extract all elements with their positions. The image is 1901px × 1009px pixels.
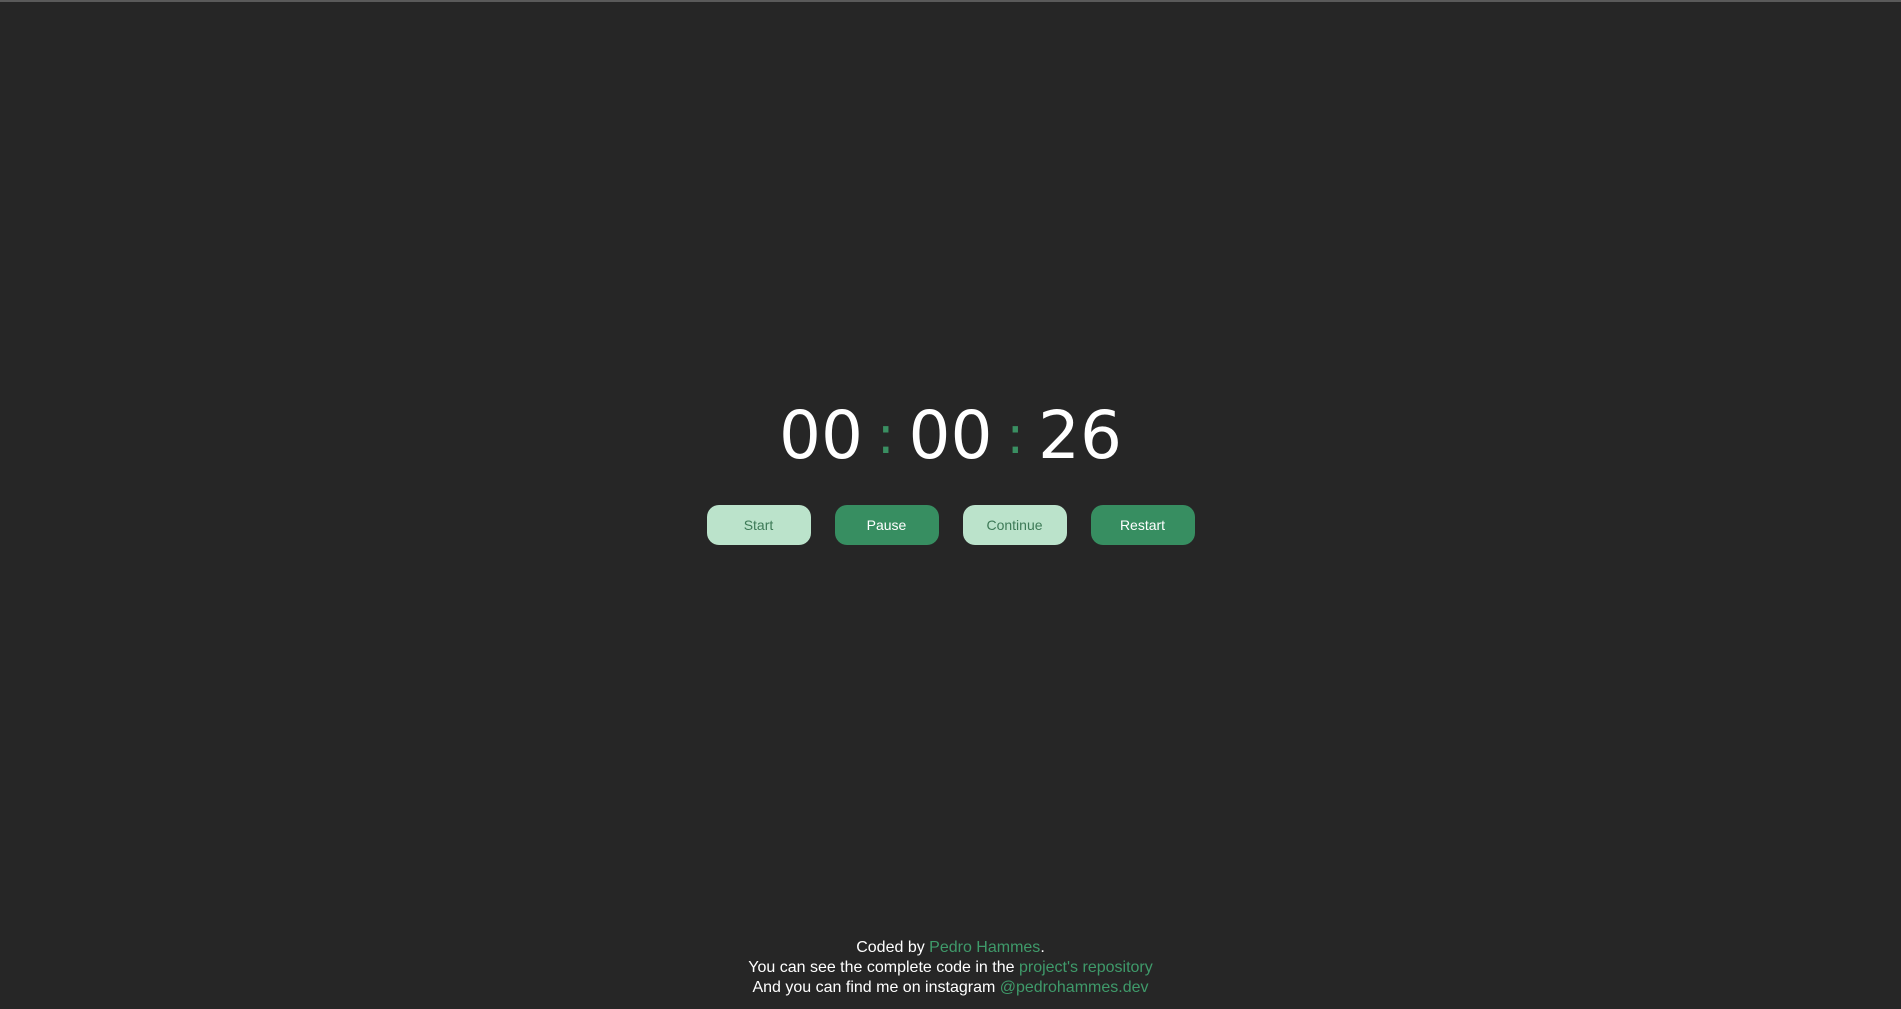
timer-controls: Start Pause Continue Restart <box>0 505 1901 545</box>
timer-display: 00 : 00 : 26 <box>0 398 1901 474</box>
footer-instagram-line: And you can find me on instagram @pedroh… <box>0 978 1901 998</box>
repository-link[interactable]: project's repository <box>1019 959 1153 976</box>
timer-separator: : <box>1006 406 1025 466</box>
instagram-link[interactable]: @pedrohammes.dev <box>1000 979 1149 996</box>
timer-separator: : <box>876 406 895 466</box>
footer: Coded by Pedro Hammes. You can see the c… <box>0 938 1901 998</box>
timer-hours: 00 <box>778 397 863 474</box>
footer-instagram-text: And you can find me on instagram <box>752 979 1000 996</box>
footer-repo-line: You can see the complete code in the pro… <box>0 958 1901 978</box>
timer-minutes: 00 <box>908 397 993 474</box>
pause-button[interactable]: Pause <box>834 505 939 545</box>
start-button[interactable]: Start <box>706 505 811 545</box>
top-border-line <box>0 0 1901 2</box>
footer-credits-line: Coded by Pedro Hammes. <box>0 938 1901 958</box>
footer-repo-text: You can see the complete code in the <box>748 959 1019 976</box>
footer-credits-text: Coded by <box>856 939 930 956</box>
continue-button[interactable]: Continue <box>962 505 1067 545</box>
timer-seconds: 26 <box>1038 397 1122 474</box>
author-link[interactable]: Pedro Hammes <box>929 939 1040 956</box>
restart-button[interactable]: Restart <box>1090 505 1195 545</box>
footer-credits-period: . <box>1040 939 1045 956</box>
